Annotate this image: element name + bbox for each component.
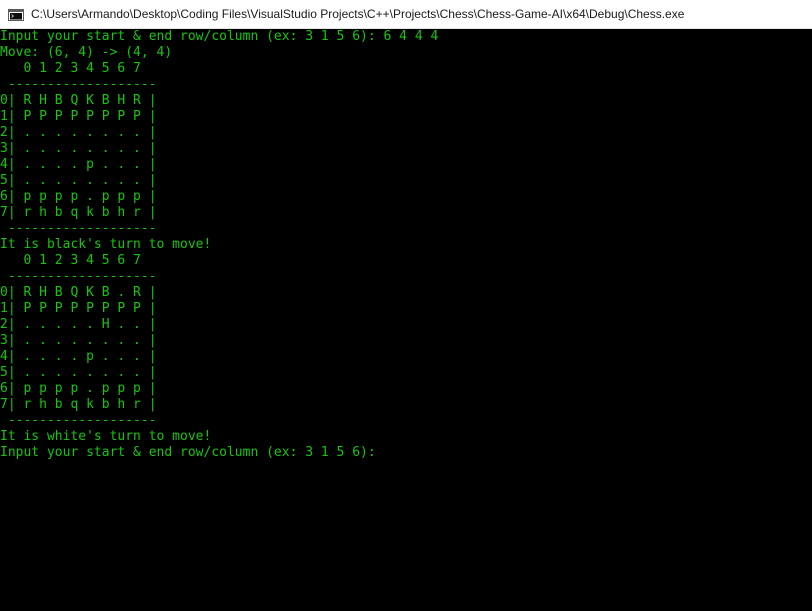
console-line: Move: (6, 4) -> (4, 4) [0,45,173,60]
console-line: 6| p p p p . p p p | [0,381,157,396]
console-line: ------------------- [0,413,157,428]
console-line: Input your start & end row/column (ex: 3… [0,445,376,460]
console-line: 3| . . . . . . . . | [0,333,157,348]
console-line: 4| . . . . p . . . | [0,157,157,172]
console-line: ------------------- [0,221,157,236]
console-bottom-edge [0,607,812,611]
console-output[interactable]: Input your start & end row/column (ex: 3… [0,29,812,611]
console-window: C:\Users\Armando\Desktop\Coding Files\Vi… [0,0,812,611]
console-line: 1| P P P P P P P P | [0,301,157,316]
console-line: 0| R H B Q K B . R | [0,285,157,300]
console-line: It is black's turn to move! [0,237,212,252]
console-line: 5| . . . . . . . . | [0,173,157,188]
window-title: C:\Users\Armando\Desktop\Coding Files\Vi… [31,7,685,21]
console-line: 2| . . . . . H . . | [0,317,157,332]
console-line: 0 1 2 3 4 5 6 7 [0,253,141,268]
console-line: Input your start & end row/column (ex: 3… [0,29,439,44]
console-line: ------------------- [0,269,157,284]
console-line: 0 1 2 3 4 5 6 7 [0,61,141,76]
console-line: 3| . . . . . . . . | [0,141,157,156]
console-line: 2| . . . . . . . . | [0,125,157,140]
console-line: 0| R H B Q K B H R | [0,93,157,108]
console-app-icon [8,8,24,21]
console-line: 4| . . . . p . . . | [0,349,157,364]
console-line: 7| r h b q k b h r | [0,205,157,220]
console-line: It is white's turn to move! [0,429,212,444]
console-line: 1| P P P P P P P P | [0,109,157,124]
console-line: ------------------- [0,77,157,92]
console-line: 5| . . . . . . . . | [0,365,157,380]
console-text-area: Input your start & end row/column (ex: 3… [0,29,812,461]
console-line: 7| r h b q k b h r | [0,397,157,412]
title-bar[interactable]: C:\Users\Armando\Desktop\Coding Files\Vi… [0,0,812,29]
console-line: 6| p p p p . p p p | [0,189,157,204]
